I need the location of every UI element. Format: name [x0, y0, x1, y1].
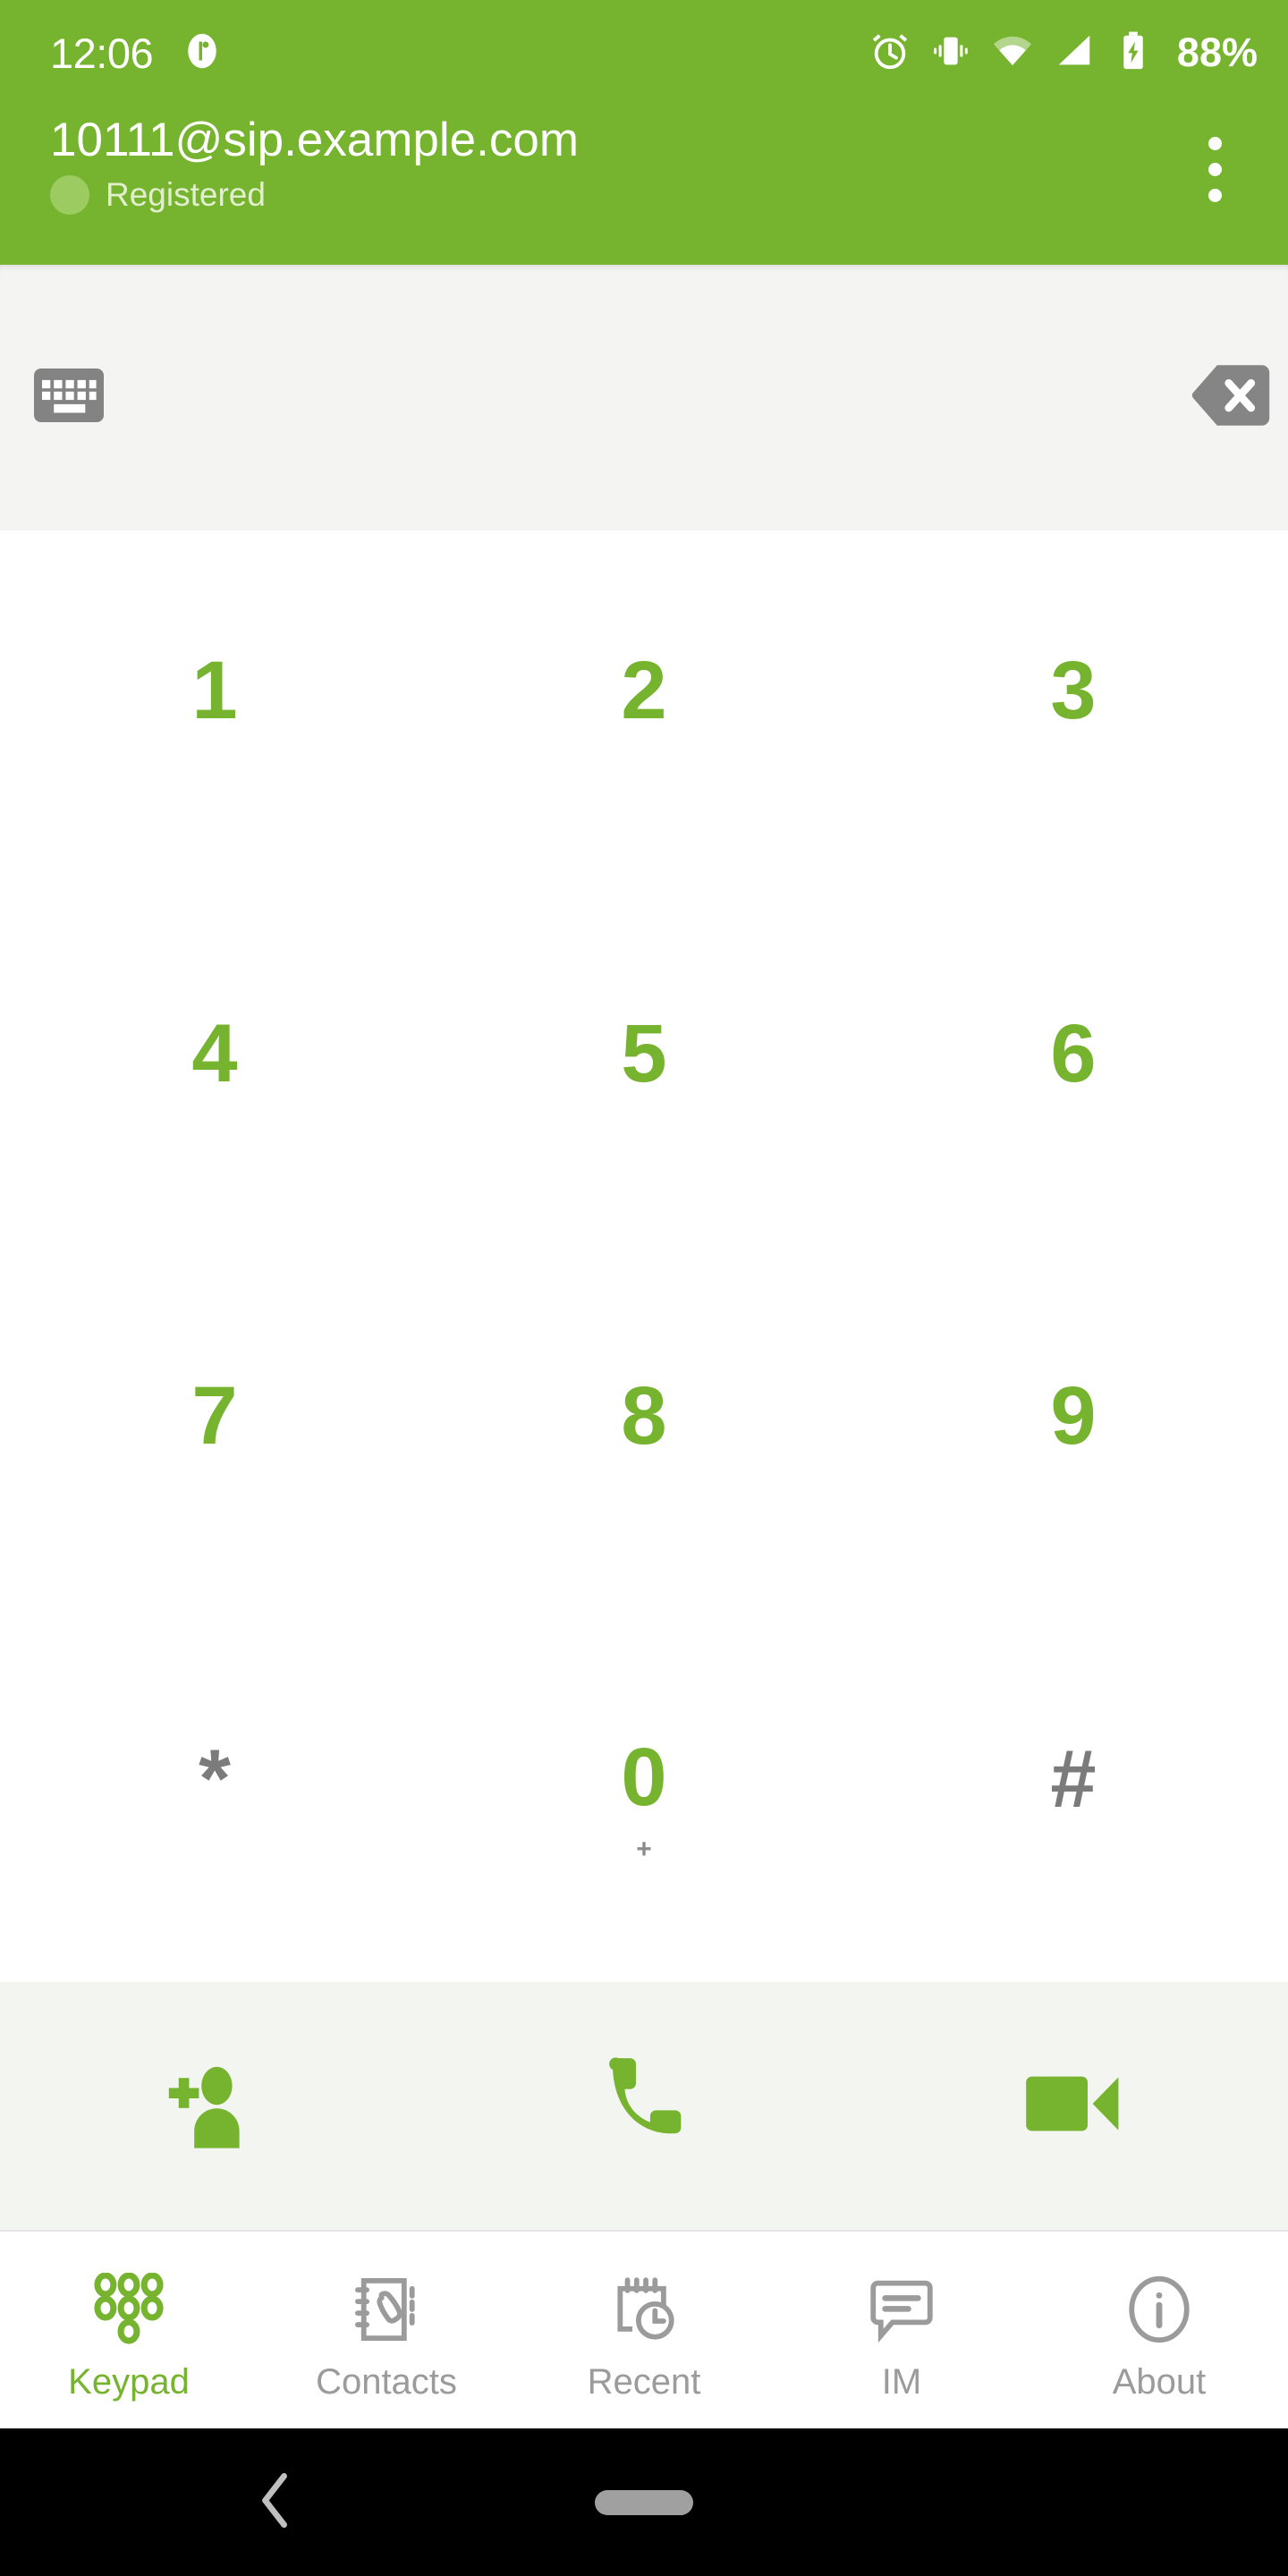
- backspace-icon: [1190, 363, 1272, 432]
- nav-item-contacts[interactable]: Contacts: [258, 2232, 515, 2428]
- key-0-label: 0: [621, 1732, 667, 1824]
- phone-app-screen: 12:06 88% 10111@sip.example.com Register…: [0, 0, 1288, 2576]
- status-bar-system-icons: 88%: [869, 30, 1258, 77]
- key-5[interactable]: 5: [429, 894, 859, 1257]
- battery-charging-icon: [1114, 30, 1152, 76]
- key-8-label: 8: [621, 1370, 667, 1462]
- key-0[interactable]: 0 +: [429, 1619, 859, 1982]
- add-contact-button[interactable]: [0, 2056, 429, 2156]
- key-star[interactable]: *: [0, 1619, 429, 1982]
- nav-label-contacts: Contacts: [316, 2361, 457, 2402]
- overflow-menu-icon[interactable]: [1172, 120, 1258, 218]
- alarm-icon: [869, 30, 911, 76]
- video-call-button[interactable]: [859, 2067, 1288, 2145]
- key-7[interactable]: 7: [0, 1257, 429, 1620]
- back-chevron-icon[interactable]: [255, 2471, 296, 2533]
- info-circle-icon: [1123, 2271, 1196, 2348]
- key-hash-label: #: [1050, 1733, 1097, 1826]
- registration-status-label: Registered: [106, 176, 266, 214]
- key-6-label: 6: [1050, 1007, 1097, 1099]
- dial-input-bar: [0, 265, 1288, 530]
- sip-account-uri: 10111@sip.example.com: [50, 114, 579, 166]
- keyboard-icon: [34, 369, 104, 427]
- key-2[interactable]: 2: [429, 530, 859, 894]
- call-history-icon: [607, 2271, 681, 2348]
- add-person-icon: [165, 2056, 265, 2156]
- account-info[interactable]: 10111@sip.example.com Registered: [50, 106, 1172, 216]
- vibrate-icon: [930, 30, 971, 76]
- keypad-row: * 0 + #: [0, 1619, 1288, 1982]
- nav-label-recent: Recent: [587, 2361, 701, 2402]
- nav-item-im[interactable]: IM: [773, 2232, 1030, 2428]
- key-5-label: 5: [621, 1007, 667, 1099]
- address-book-icon: [350, 2271, 423, 2348]
- status-bar: 12:06 88%: [0, 0, 1288, 106]
- bottom-navigation: Keypad Contacts Recent IM About: [0, 2230, 1288, 2428]
- key-9[interactable]: 9: [859, 1257, 1288, 1620]
- nav-label-keypad: Keypad: [68, 2361, 190, 2402]
- overflow-dot-3: [1208, 188, 1222, 202]
- status-dot-icon: [50, 175, 89, 216]
- nav-item-keypad[interactable]: Keypad: [0, 2232, 258, 2428]
- status-bar-notifications: [183, 32, 221, 74]
- dialpad: 1 2 3 4 5 6 7 8 9 * 0 + #: [0, 530, 1288, 1982]
- key-0-sublabel: +: [636, 1835, 652, 1865]
- call-action-bar: [0, 1982, 1288, 2230]
- key-4[interactable]: 4: [0, 894, 429, 1257]
- home-pill-icon[interactable]: [595, 2489, 693, 2515]
- notification-dot-icon: [183, 32, 221, 74]
- keyboard-toggle-button[interactable]: [34, 369, 104, 427]
- phone-icon: [594, 2054, 694, 2158]
- keypad-row: 1 2 3: [0, 530, 1288, 894]
- registration-status-row: Registered: [50, 175, 1172, 216]
- key-star-label: *: [199, 1733, 231, 1826]
- status-bar-clock: 12:06: [50, 29, 154, 77]
- key-9-label: 9: [1050, 1370, 1097, 1462]
- backspace-button[interactable]: [1190, 363, 1272, 432]
- key-1[interactable]: 1: [0, 530, 429, 894]
- key-3[interactable]: 3: [859, 530, 1288, 894]
- battery-percent-label: 88%: [1176, 30, 1258, 75]
- key-6[interactable]: 6: [859, 894, 1288, 1257]
- dialpad-icon: [92, 2271, 165, 2348]
- key-3-label: 3: [1050, 644, 1097, 736]
- chat-bubble-icon: [865, 2271, 938, 2348]
- android-system-nav: [0, 2428, 1288, 2576]
- wifi-icon: [991, 30, 1034, 77]
- key-4-label: 4: [191, 1007, 238, 1099]
- key-2-label: 2: [621, 644, 667, 736]
- nav-item-about[interactable]: About: [1030, 2232, 1288, 2428]
- app-header: 10111@sip.example.com Registered: [0, 106, 1288, 265]
- keypad-row: 7 8 9: [0, 1257, 1288, 1620]
- overflow-dot-2: [1208, 162, 1222, 176]
- key-8[interactable]: 8: [429, 1257, 859, 1620]
- key-7-label: 7: [191, 1370, 238, 1462]
- keypad-row: 4 5 6: [0, 894, 1288, 1257]
- key-hash[interactable]: #: [859, 1619, 1288, 1982]
- video-camera-icon: [1023, 2067, 1123, 2145]
- key-1-label: 1: [191, 644, 238, 736]
- nav-label-about: About: [1112, 2361, 1207, 2402]
- cellular-signal-icon: [1054, 30, 1095, 76]
- overflow-dot-1: [1208, 136, 1222, 150]
- nav-label-im: IM: [881, 2361, 922, 2402]
- nav-item-recent[interactable]: Recent: [515, 2232, 773, 2428]
- audio-call-button[interactable]: [429, 2054, 859, 2158]
